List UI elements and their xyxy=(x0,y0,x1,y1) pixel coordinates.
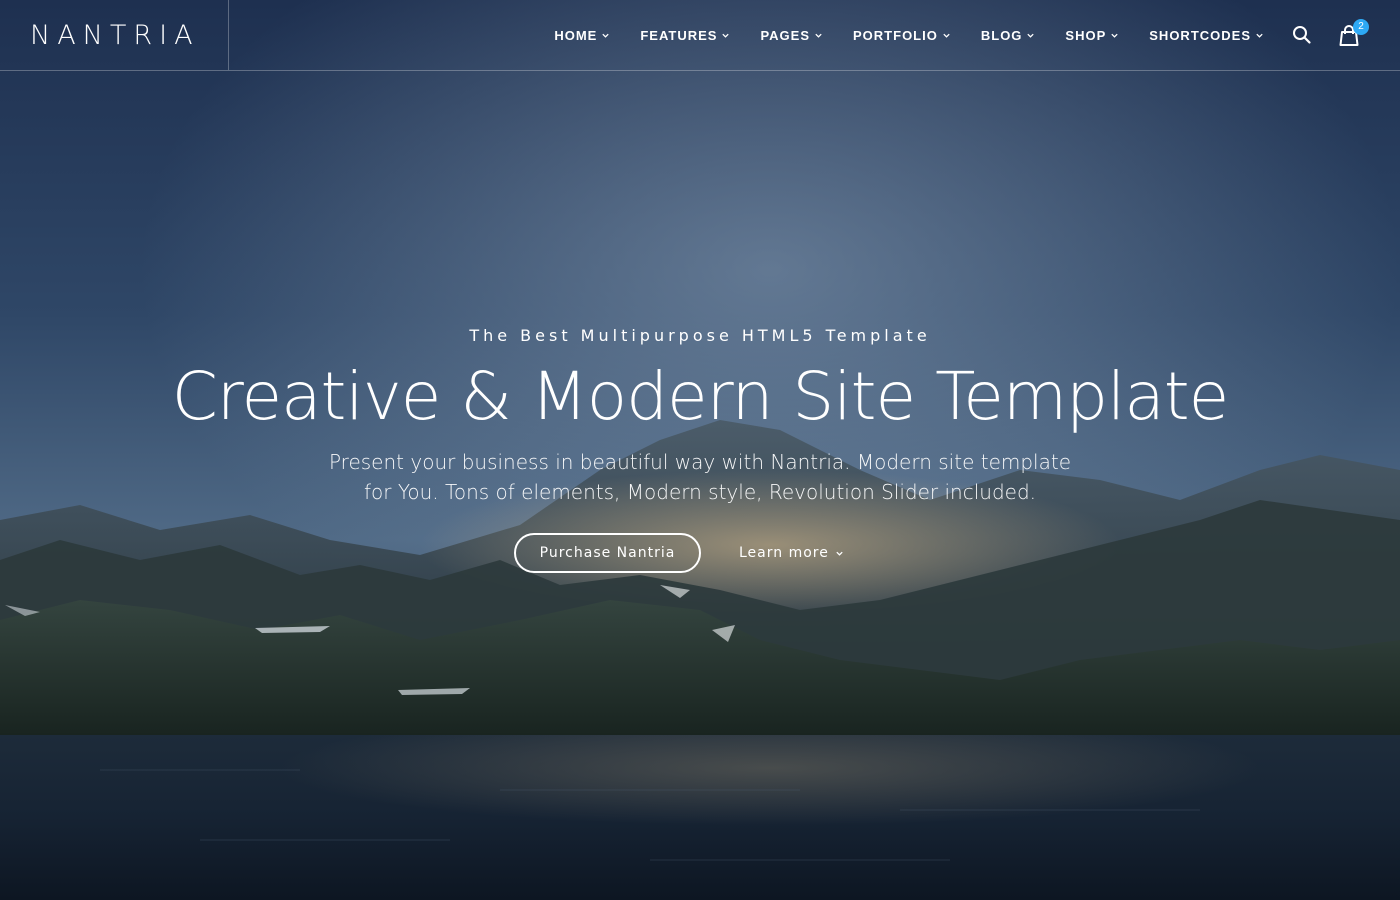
nav-label: FEATURES xyxy=(640,27,718,43)
nav-label: SHORTCODES xyxy=(1149,27,1251,43)
purchase-button[interactable]: Purchase Nantria xyxy=(514,533,701,573)
hero-section: NANTRIA HOME FEATURES PAGES PORTFOLIO BL… xyxy=(0,0,1400,900)
cart-count-badge: 2 xyxy=(1353,19,1369,35)
nav-label: BLOG xyxy=(980,27,1023,43)
hero-content: The Best Multipurpose HTML5 Template Cre… xyxy=(0,0,1400,900)
nav-item-blog[interactable]: BLOG xyxy=(981,28,1036,43)
site-header: NANTRIA HOME FEATURES PAGES PORTFOLIO BL… xyxy=(0,0,1400,71)
nav-item-portfolio[interactable]: PORTFOLIO xyxy=(853,28,951,43)
chevron-down-icon xyxy=(1111,33,1118,38)
chevron-down-icon xyxy=(1027,33,1035,38)
purchase-button-label: Purchase Nantria xyxy=(539,545,676,561)
chevron-down-icon xyxy=(815,33,822,38)
chevron-down-icon xyxy=(722,33,730,38)
nav-label: PAGES xyxy=(760,27,811,43)
nav-item-home[interactable]: HOME xyxy=(554,28,610,43)
hero-description: Present your business in beautiful way w… xyxy=(328,450,1072,504)
nav-label: SHOP xyxy=(1065,27,1107,43)
learn-more-button[interactable]: Learn more xyxy=(739,533,844,573)
logo[interactable]: NANTRIA xyxy=(0,0,229,70)
search-icon[interactable] xyxy=(1289,22,1315,48)
logo-text: NANTRIA xyxy=(30,19,200,51)
chevron-down-icon xyxy=(943,33,950,38)
chevron-down-icon xyxy=(1256,33,1263,38)
nav-label: HOME xyxy=(554,27,598,43)
nav-item-shortcodes[interactable]: SHORTCODES xyxy=(1149,28,1264,43)
chevron-down-icon xyxy=(836,551,843,556)
hero-title: Creative & Modern Site Template xyxy=(171,358,1230,435)
chevron-down-icon xyxy=(602,33,609,38)
nav-item-features[interactable]: FEATURES xyxy=(640,28,730,43)
hero-eyebrow: The Best Multipurpose HTML5 Template xyxy=(469,326,931,345)
nav-item-pages[interactable]: PAGES xyxy=(760,28,823,43)
learn-more-label: Learn more xyxy=(739,545,829,561)
nav-item-shop[interactable]: SHOP xyxy=(1065,28,1119,43)
main-nav: HOME FEATURES PAGES PORTFOLIO BLOG SHOP xyxy=(524,0,1264,70)
nav-label: PORTFOLIO xyxy=(853,27,938,43)
